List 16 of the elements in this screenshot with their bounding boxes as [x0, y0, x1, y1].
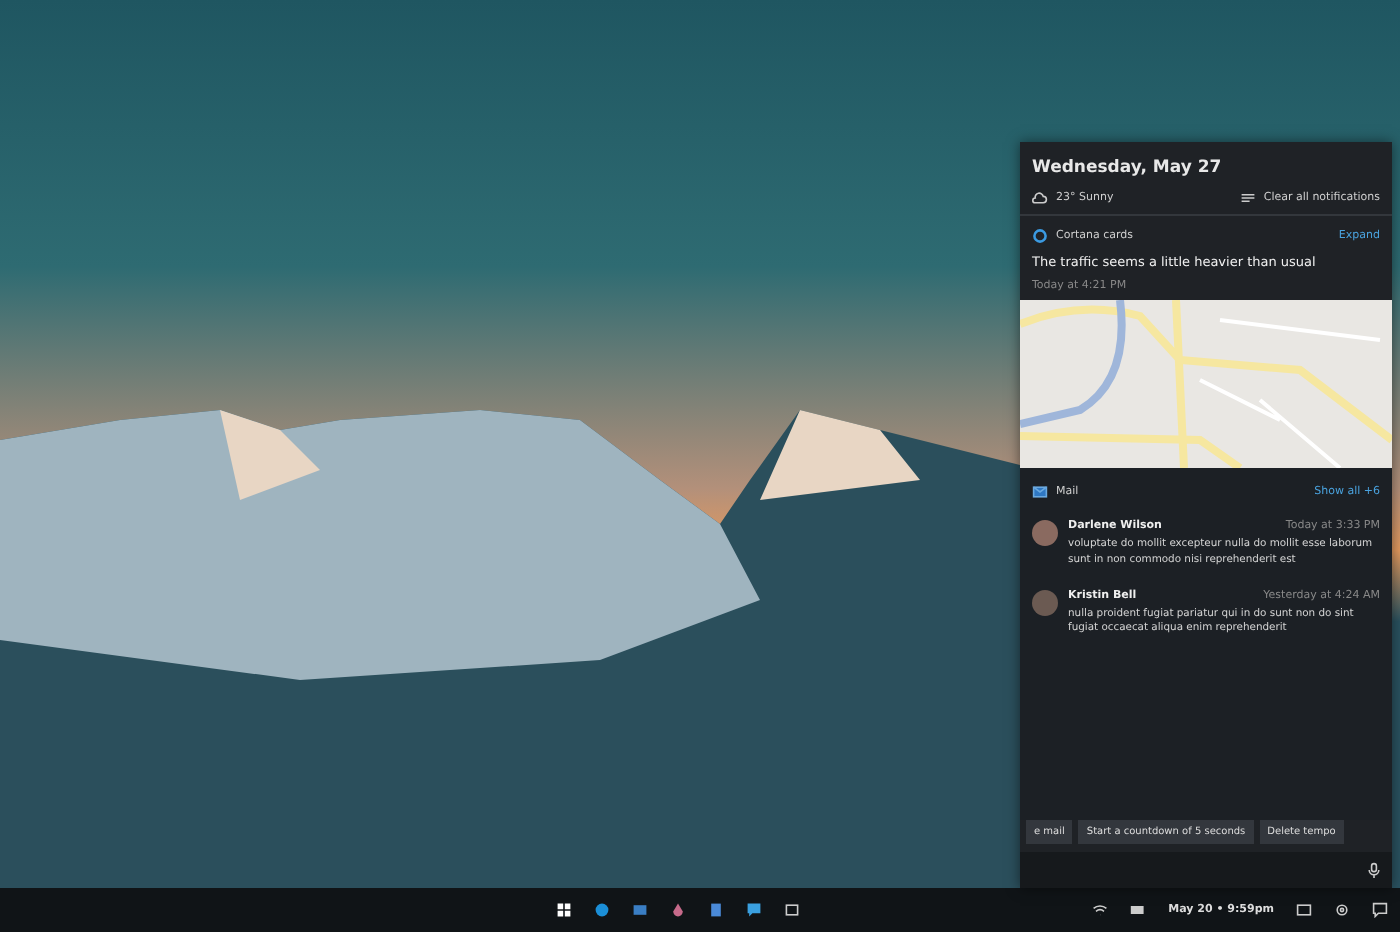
wifi-icon[interactable] — [1092, 902, 1109, 918]
browser-icon[interactable] — [594, 902, 610, 918]
list-icon — [1239, 190, 1256, 206]
microphone-icon — [1366, 862, 1382, 878]
app-window-icon[interactable] — [784, 902, 800, 918]
search-field[interactable] — [1020, 852, 1392, 888]
notification-icon[interactable] — [1372, 902, 1388, 918]
windows-logo-icon[interactable] — [556, 902, 572, 918]
mail-icon — [1032, 484, 1048, 500]
avatar — [1032, 520, 1058, 546]
chat-icon[interactable] — [746, 902, 762, 918]
cortana-ring-icon — [1032, 228, 1048, 244]
panel-date: Wednesday, May 27 — [1032, 158, 1224, 178]
document-icon[interactable] — [708, 902, 724, 918]
drop-icon[interactable] — [670, 902, 686, 918]
avatar — [1032, 589, 1058, 616]
